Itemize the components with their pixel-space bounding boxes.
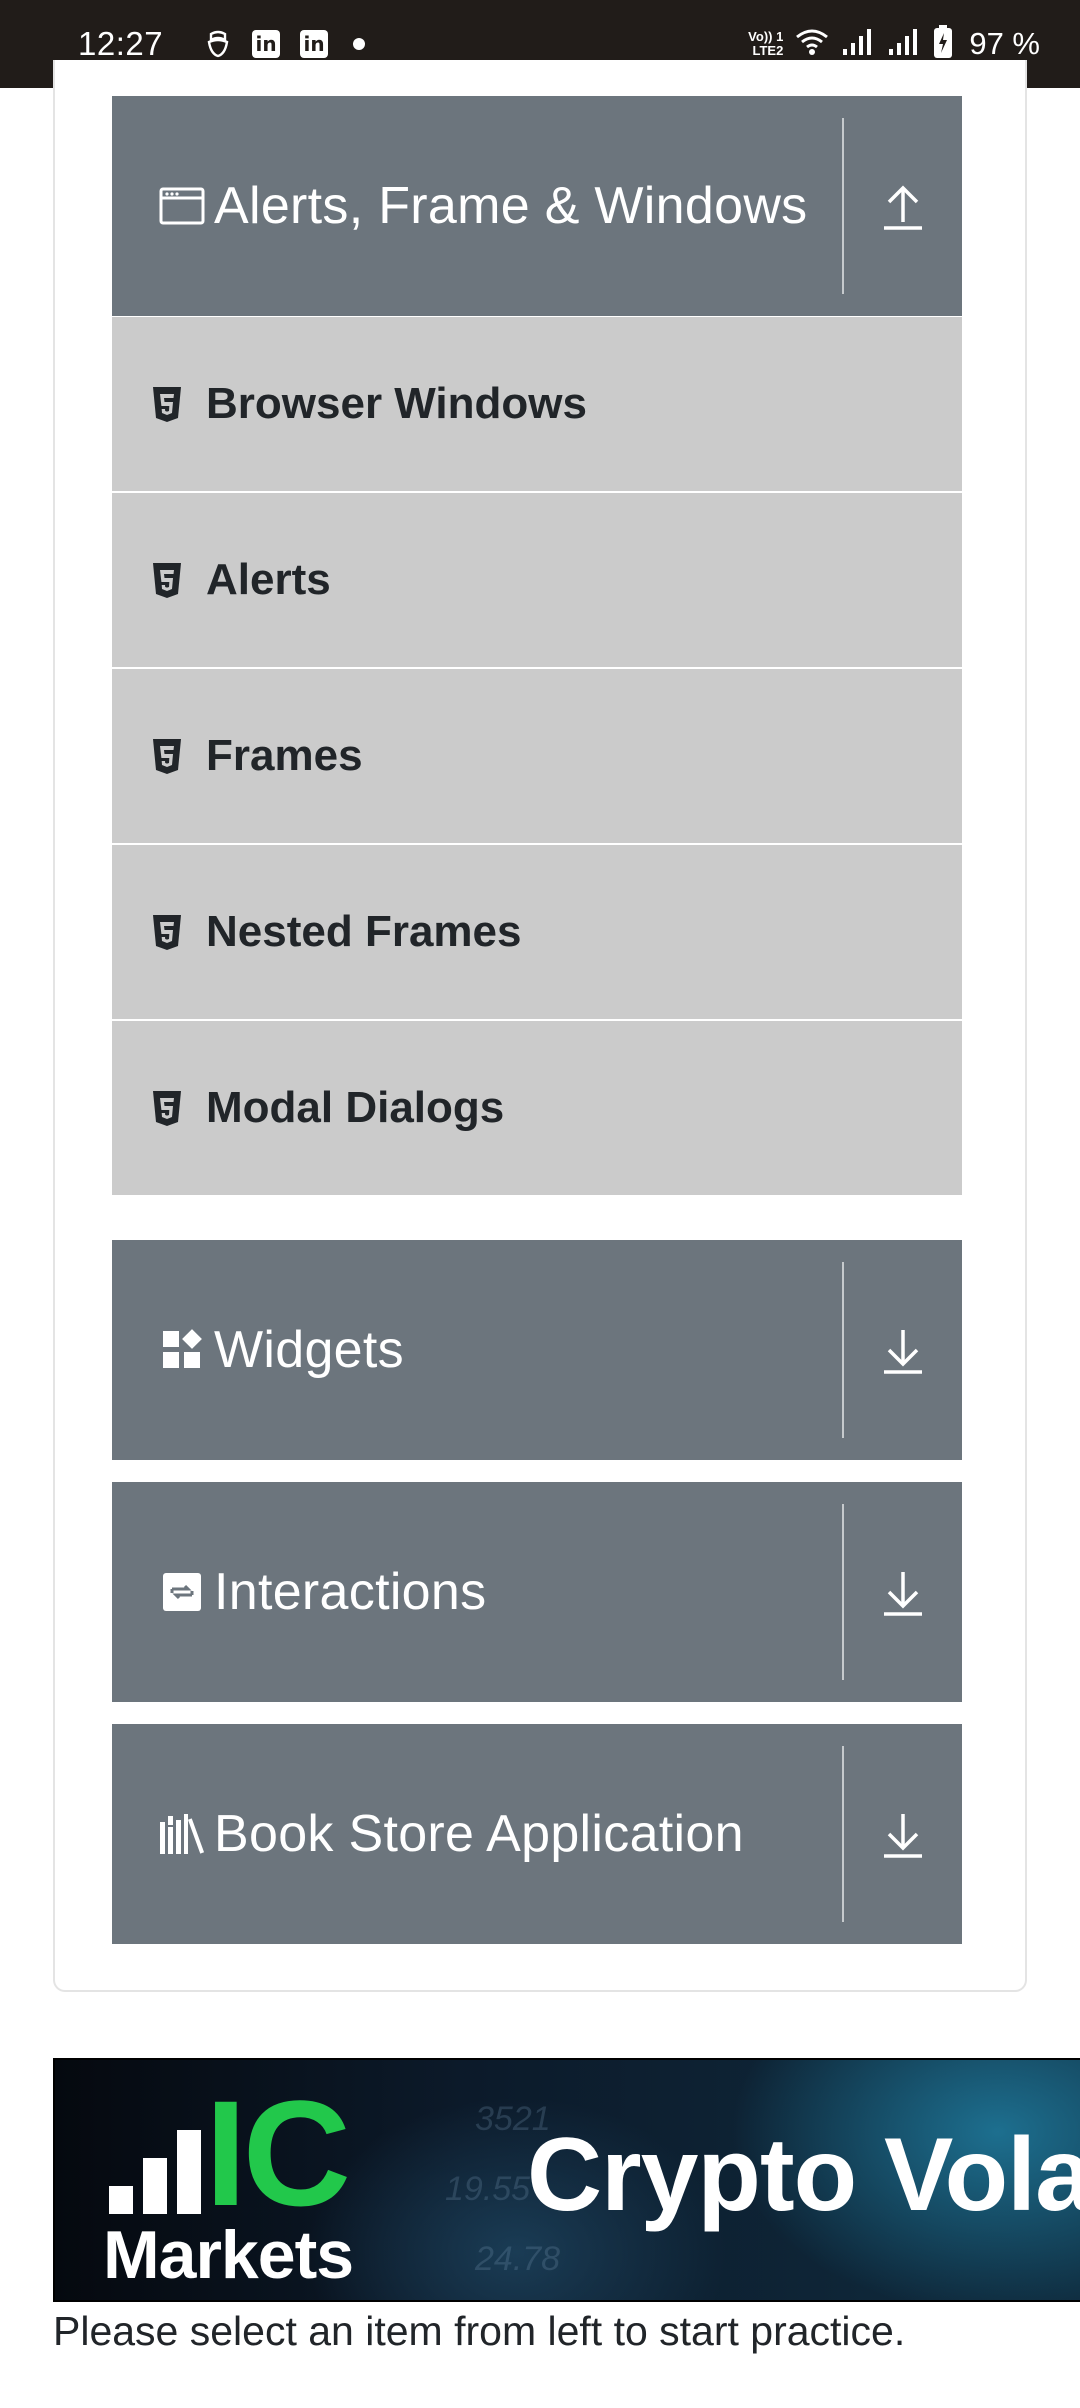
widgets-icon: [156, 1324, 208, 1376]
volte-indicator: Vo)) 1 LTE2: [748, 29, 784, 58]
linkedin-icon: in: [299, 29, 329, 59]
group-header-book-store-application[interactable]: Book Store Application: [112, 1724, 962, 1944]
html5-icon: [150, 560, 184, 600]
menu-item-label: Alerts: [206, 555, 331, 604]
menu-item-browser-windows[interactable]: Browser Windows: [112, 317, 962, 491]
ad-headline: Crypto Vola: [527, 2117, 1080, 2233]
group-header-alerts-frame-windows[interactable]: Alerts, Frame & Windows: [112, 96, 962, 316]
html5-icon: [150, 912, 184, 952]
group-title: Book Store Application: [214, 1805, 744, 1863]
menu-item-label: Nested Frames: [206, 907, 522, 956]
collapse-up-icon[interactable]: [844, 96, 962, 316]
html5-icon: [150, 1088, 184, 1128]
html5-icon: [150, 384, 184, 424]
menu-item-label: Frames: [206, 731, 363, 780]
group-header-interactions[interactable]: Interactions: [112, 1482, 962, 1702]
dot-icon: [353, 38, 366, 50]
signal-icon: [841, 27, 875, 62]
menu-item-alerts[interactable]: Alerts: [112, 493, 962, 667]
linkedin-icon: in: [251, 29, 281, 59]
battery-icon: [933, 24, 953, 64]
group-title: Interactions: [214, 1563, 487, 1621]
hand-icon: [203, 29, 233, 59]
menu-item-label: Browser Windows: [206, 379, 587, 428]
group-title: Alerts, Frame & Windows: [214, 177, 808, 235]
group-header-widgets[interactable]: Widgets: [112, 1240, 962, 1460]
menu-item-label: Modal Dialogs: [206, 1083, 505, 1132]
expand-down-icon[interactable]: [844, 1482, 962, 1702]
ic-markets-logo-ic: IC: [205, 2069, 351, 2237]
books-icon: [156, 1808, 208, 1860]
expand-down-icon[interactable]: [844, 1724, 962, 1944]
window-icon: [156, 180, 208, 232]
html5-icon: [150, 736, 184, 776]
expand-down-icon[interactable]: [844, 1240, 962, 1460]
status-time: 12:27: [78, 25, 164, 62]
ad-banner[interactable]: 3521 19.55 24.78 IC Markets Crypto Vola: [53, 2058, 1080, 2302]
menu-item-frames[interactable]: Frames: [112, 669, 962, 843]
practice-instruction: Please select an item from left to start…: [53, 2308, 906, 2354]
ic-markets-logo-bars: [109, 2130, 201, 2214]
group-title: Widgets: [214, 1321, 404, 1379]
menu-item-nested-frames[interactable]: Nested Frames: [112, 845, 962, 1019]
menu-item-modal-dialogs[interactable]: Modal Dialogs: [112, 1021, 962, 1195]
wifi-icon: [795, 27, 829, 62]
notification-icons: in in: [203, 29, 366, 59]
interactions-icon: [156, 1566, 208, 1618]
system-icons: Vo)) 1 LTE2 97 %: [748, 24, 1040, 64]
ad-bg-number: 24.78: [475, 2240, 561, 2278]
battery-percent: 97 %: [969, 26, 1040, 61]
signal-icon: [887, 27, 921, 62]
ic-markets-logo-markets: Markets: [103, 2217, 354, 2293]
ad-bg-number: 19.55: [445, 2170, 531, 2208]
